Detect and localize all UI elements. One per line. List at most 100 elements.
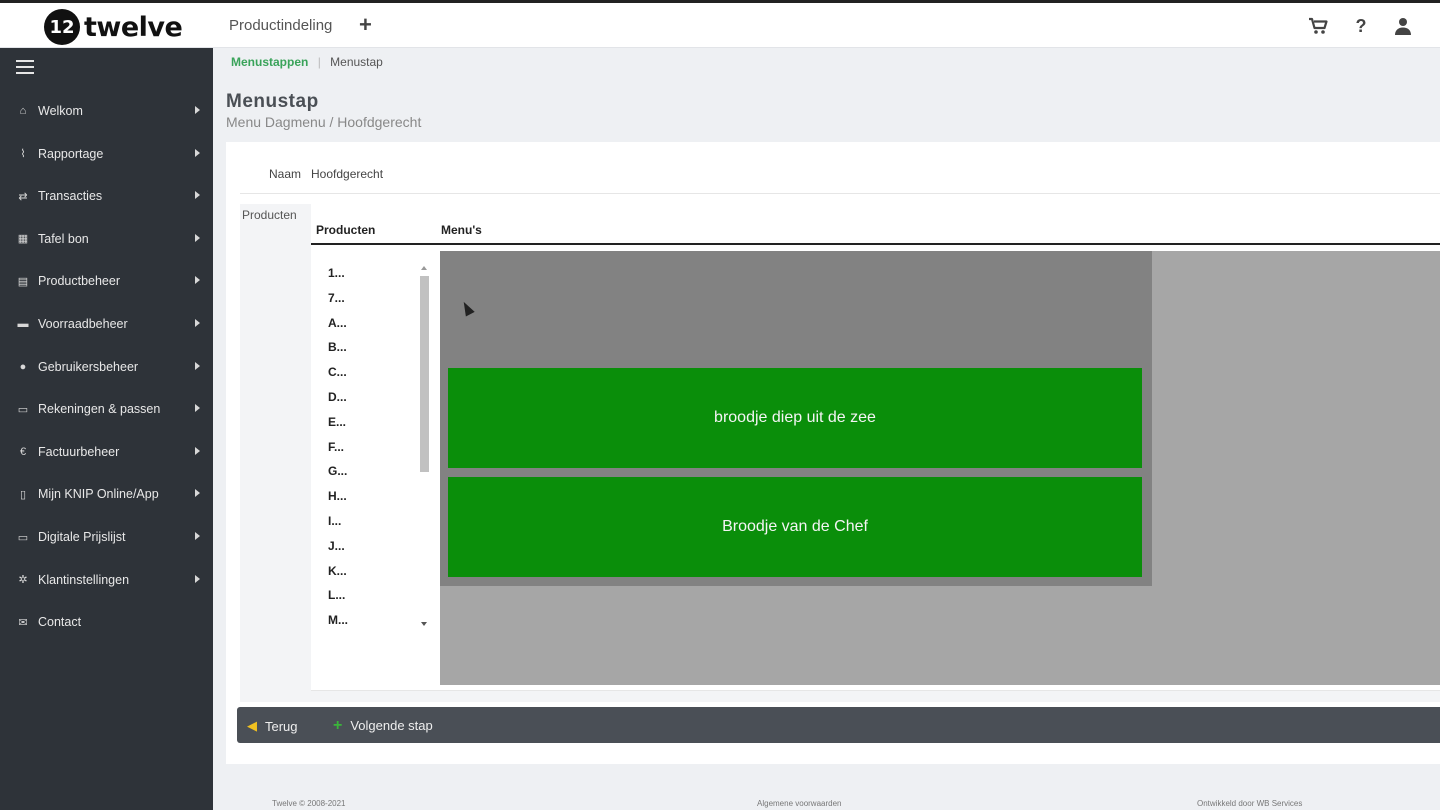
arrow-left-icon: ◀ [247,718,257,733]
breadcrumb-separator: | [317,55,321,69]
sidebar-item-label: Klantinstellingen [38,572,130,587]
back-button[interactable]: ◀ Terug [247,718,298,734]
chevron-right-icon [195,532,200,540]
euro-icon: € [19,445,27,458]
top-bar: 12 twelve Productindeling + ? [0,0,1440,48]
logo[interactable]: 12 twelve [44,9,183,45]
product-letter-item[interactable]: H... [328,489,347,503]
sidebar-item-label: Factuurbeheer [38,444,120,459]
home-icon: ⌂ [19,105,27,117]
product-letter-item[interactable]: M... [328,613,348,627]
sidebar-item-label: Welkom [38,104,83,118]
product-letter-item[interactable]: 1... [328,266,345,280]
add-button[interactable]: + [359,12,372,38]
next-step-button-label: Volgende stap [350,718,433,733]
users-icon: ● [19,360,27,373]
page-title: Menustap [226,91,319,112]
chevron-right-icon [195,404,200,413]
page-subtitle: Menu Dagmenu / Hoofdgerecht [226,114,422,130]
sidebar-item-label: Digitale Prijslijst [38,530,126,544]
footer-terms-link[interactable]: Algemene voorwaarden [757,799,842,808]
credit-card-icon: ▭ [17,403,29,416]
plus-icon: + [333,717,343,734]
action-bar: ◀ Terug + Volgende stap [237,707,1440,743]
product-letter-item[interactable]: G... [328,464,347,478]
naam-value: Hoofdgerecht [311,167,384,181]
sidebar-item-digitale-prijslijst[interactable]: ▭ Digitale Prijslijst [0,517,213,557]
sidebar-item-label: Mijn KNIP Online/App [38,487,159,502]
scroll-down-arrow-icon[interactable] [421,622,427,626]
menus-tile-container: broodje diep uit de zee Broodje van de C… [440,251,1152,586]
logo-mark: 12 [44,9,80,45]
product-letter-item[interactable]: C... [328,365,347,379]
product-letter-item[interactable]: L... [328,588,345,602]
chevron-right-icon [195,489,200,498]
sidebar-item-tafel-bon[interactable]: ▦ Tafel bon [0,219,213,259]
sidebar-item-label: Rapportage [38,146,104,161]
sidebar-item-label: Productbeheer [38,274,121,289]
scroll-up-arrow-icon[interactable] [421,266,427,270]
header-divider [311,243,1440,245]
hamburger-menu-icon[interactable] [16,60,34,74]
sidebar-item-voorraadbeheer[interactable]: ▬ Voorraadbeheer [0,304,213,344]
menu-tile[interactable]: broodje diep uit de zee [448,368,1142,468]
chevron-right-icon [195,148,200,157]
letter-list-scrollbar[interactable] [420,266,429,631]
monitor-icon: ▭ [17,531,29,544]
sidebar-item-rapportage[interactable]: ⌇ Rapportage [0,134,213,174]
product-letter-item[interactable]: F... [328,440,344,454]
footer-developer: Ontwikkeld door WB Services [1197,799,1303,808]
product-letter-item[interactable]: I... [328,514,341,528]
sidebar-item-factuurbeheer[interactable]: € Factuurbeheer [0,432,213,472]
product-letter-item[interactable]: J... [328,539,345,553]
sidebar-item-label: Transacties [38,189,103,204]
chevron-right-icon [195,191,200,200]
sidebar-item-label: Tafel bon [38,231,89,246]
next-step-button[interactable]: + Volgende stap [333,717,433,734]
column-header-producten: Producten [316,223,376,237]
chevron-right-icon [195,361,200,370]
sidebar-item-klantinstellingen[interactable]: ✲ Klantinstellingen [0,560,213,600]
menus-drop-area[interactable]: broodje diep uit de zee Broodje van de C… [440,251,1440,685]
sidebar-item-mijn-knip-online-app[interactable]: ▯ Mijn KNIP Online/App [0,474,213,514]
chevron-right-icon [195,276,200,285]
sidebar: ⌂ Welkom ⌇ Rapportage ⇄ Transacties ▦ Tafel bon… [0,48,213,810]
exchange-icon: ⇄ [18,190,28,203]
sidebar-item-gebruikersbeheer[interactable]: ● Gebruikersbeheer [0,347,213,387]
chevron-right-icon [195,574,200,583]
column-header-menus: Menu's [441,223,482,237]
basket-icon: ▤ [17,275,29,288]
breadcrumb-current: Menustap [330,55,383,69]
chevron-right-icon [195,446,200,455]
sidebar-item-rekeningen-passen[interactable]: ▭ Rekeningen & passen [0,389,213,429]
back-button-label: Terug [265,718,298,734]
sidebar-item-label: Gebruikersbeheer [38,359,139,374]
mobile-icon: ▯ [19,488,27,501]
envelope-icon: ✉ [18,616,28,629]
sidebar-item-welkom[interactable]: ⌂ Welkom [0,91,213,131]
naam-row: Naam Hoofdgerecht [240,142,1440,194]
sidebar-item-productbeheer[interactable]: ▤ Productbeheer [0,261,213,301]
menu-tile[interactable]: Broodje van de Chef [448,477,1142,577]
naam-label: Naam [268,167,301,181]
product-letter-item[interactable]: K... [328,564,347,578]
sidebar-item-contact[interactable]: ✉ Contact [0,602,213,642]
help-icon[interactable]: ? [1350,15,1372,37]
sidebar-item-label: Voorraadbeheer [38,317,128,331]
breadcrumb: Menustappen | Menustap [231,55,383,69]
product-letter-item[interactable]: 7... [328,291,345,305]
product-letter-item[interactable]: E... [328,415,346,429]
chart-line-icon: ⌇ [20,148,26,161]
product-letter-item[interactable]: B... [328,340,347,354]
cogs-icon: ✲ [18,574,28,587]
top-title: Productindeling [229,17,333,34]
product-letter-item[interactable]: D... [328,390,347,404]
sidebar-item-transacties[interactable]: ⇄ Transacties [0,176,213,216]
scroll-thumb[interactable] [420,276,429,472]
breadcrumb-link-menustappen[interactable]: Menustappen [231,55,308,69]
product-letter-item[interactable]: A... [328,316,347,330]
chevron-right-icon [195,319,200,327]
cart-icon[interactable] [1307,15,1329,37]
user-icon[interactable] [1392,15,1414,37]
sidebar-item-label: Contact [38,615,82,630]
